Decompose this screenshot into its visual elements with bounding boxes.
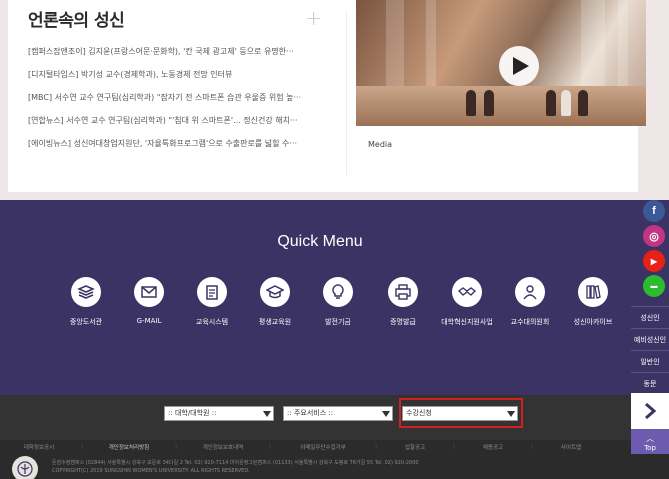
university-select-value: :: 대학/대학원 ::	[168, 409, 217, 417]
facebook-icon[interactable]: f	[643, 200, 665, 222]
handshake-icon	[452, 277, 482, 307]
footer-link-privacy[interactable]: 개인정보처리방침	[86, 443, 172, 451]
footer-separator: |	[531, 444, 533, 450]
media-video-thumbnail[interactable]	[356, 0, 646, 126]
quick-menu-label: 교육시스템	[195, 318, 229, 326]
media-section: Media	[356, 0, 646, 170]
footer-link[interactable]: 대학정보공시	[0, 443, 78, 451]
press-item[interactable]: [디지털타임스] 박기성 교수(경제학과), 노동경제 전망 인터뷰	[28, 63, 328, 86]
quick-menu-label: 증명발급	[390, 318, 416, 326]
quick-menu-label: G-MAIL	[136, 317, 162, 325]
press-list: [캠퍼스잡앤조이] 김지윤(프랑스어문·문화학), '칸 국제 광고제' 등으로…	[28, 40, 328, 155]
printer-icon	[388, 277, 418, 307]
chevron-down-icon	[380, 407, 392, 420]
footer-separator: |	[175, 444, 177, 450]
quick-menu-label: 발전기금	[325, 318, 351, 326]
quick-menu-fund[interactable]: 발전기금	[303, 277, 373, 327]
quick-menu-lifelong[interactable]: 평생교육원	[240, 277, 310, 327]
press-item[interactable]: [연합뉴스] 서수연 교수 연구팀(심리학과) "'침대 위 스마트폰'... …	[28, 109, 328, 132]
services-select-value: :: 주요서비스 ::	[287, 409, 334, 417]
news-section: 언론속의 성신 + [캠퍼스잡앤조이] 김지윤(프랑스어문·문화학), '칸 국…	[0, 0, 669, 200]
footer-separator: |	[269, 444, 271, 450]
graduation-cap-icon	[260, 277, 290, 307]
footer-link[interactable]: 이메일무단수집거부	[274, 443, 372, 451]
university-emblem-icon	[12, 456, 38, 479]
sidebar-button-public[interactable]: 일반인	[631, 350, 669, 372]
top-label: Top	[644, 444, 656, 452]
footer-select-bar: :: 대학/대학원 :: :: 주요서비스 :: 수강신청	[0, 395, 631, 440]
footer-copyright: 돈암수정캠퍼스 (02844) 서울특별시 성북구 보문로 34다길 2 Tel…	[0, 454, 669, 479]
footer-separator: |	[453, 444, 455, 450]
footer-link[interactable]: 사이트맵	[536, 443, 606, 451]
news-panel: 언론속의 성신 + [캠퍼스잡앤조이] 김지윤(프랑스어문·문화학), '칸 국…	[8, 0, 646, 192]
press-item[interactable]: [에이빙뉴스] 성신여대창업지원단, '자율특화프로그램'으로 수출판로를 넓힐…	[28, 132, 328, 155]
chevron-right-icon	[645, 403, 656, 419]
mail-icon	[134, 277, 164, 307]
quick-menu-education[interactable]: 교육시스템	[177, 277, 247, 327]
quick-menu-label: 대학혁신지원사업	[441, 318, 493, 326]
books-icon	[578, 277, 608, 307]
footer-separator: |	[375, 444, 377, 450]
press-item[interactable]: [MBC] 서수연 교수 연구팀(심리학과) "잠자기 전 스마트폰 습관 우울…	[28, 86, 328, 109]
footer-separator: |	[81, 444, 83, 450]
address-line: 돈암수정캠퍼스 (02844) 서울특별시 성북구 보문로 34다길 2 Tel…	[52, 460, 419, 466]
sidebar-button-prospective[interactable]: 예비성신인	[631, 328, 669, 350]
quick-menu-faculty-council[interactable]: 교수대의원회	[495, 277, 565, 327]
quick-menu-label: 성신아카이브	[573, 318, 613, 326]
quick-menu-gmail[interactable]: G-MAIL	[114, 277, 184, 325]
quick-menu-certificate[interactable]: 증명발급	[368, 277, 438, 327]
footer-link[interactable]: 개인정보보호내역	[180, 443, 266, 451]
chevron-up-icon: ︿	[646, 434, 654, 443]
sidebar-button-alumni[interactable]: 동문	[631, 372, 669, 394]
copyright-line: COPYRIGHT(C) 2019 SUNGSHIN WOMEN'S UNIVE…	[52, 468, 250, 474]
library-icon	[71, 277, 101, 307]
quick-menu-section: Quick Menu 중앙도서관 G-MAIL 교육시스템 평생교육원 발전기금	[0, 200, 669, 395]
media-label: Media	[368, 140, 393, 149]
press-item[interactable]: [캠퍼스잡앤조이] 김지윤(프랑스어문·문화학), '칸 국제 광고제' 등으로…	[28, 40, 328, 63]
chevron-down-icon	[261, 407, 273, 420]
highlight-box	[399, 398, 523, 428]
line-icon[interactable]: ▬	[643, 275, 665, 297]
youtube-icon[interactable]: ▶	[643, 250, 665, 272]
quick-menu-library[interactable]: 중앙도서관	[51, 277, 121, 327]
sidebar-button-students[interactable]: 성신인	[631, 306, 669, 328]
sidebar-expand-button[interactable]	[631, 393, 669, 429]
press-title: 언론속의 성신	[28, 11, 125, 31]
services-select[interactable]: :: 주요서비스 ::	[283, 406, 393, 421]
quick-menu-label: 평생교육원	[258, 318, 292, 326]
footer-link[interactable]: 채용공고	[458, 443, 528, 451]
press-section: 언론속의 성신 + [캠퍼스잡앤조이] 김지윤(프랑스어문·문화학), '칸 국…	[28, 6, 328, 181]
quick-menu-title: Quick Menu	[277, 233, 363, 250]
university-select[interactable]: :: 대학/대학원 ::	[164, 406, 274, 421]
instagram-icon[interactable]: ◎	[643, 225, 665, 247]
people-icon	[515, 277, 545, 307]
press-more-button[interactable]: +	[305, 6, 322, 30]
lightbulb-icon	[323, 277, 353, 307]
quick-menu-label: 교수대의원회	[510, 318, 550, 326]
quick-menu-innovation[interactable]: 대학혁신지원사업	[432, 277, 502, 327]
quick-menu-label: 중앙도서관	[69, 318, 103, 326]
section-divider	[346, 10, 347, 175]
play-icon[interactable]	[499, 46, 539, 86]
footer-links: 대학정보공시 | 개인정보처리방침 | 개인정보보호내역 | 이메일무단수집거부…	[0, 440, 631, 454]
copyright-text: 돈암수정캠퍼스 (02844) 서울특별시 성북구 보문로 34다길 2 Tel…	[52, 459, 419, 475]
clipboard-icon	[197, 277, 227, 307]
press-header: 언론속의 성신 +	[28, 6, 328, 36]
quick-menu-archive[interactable]: 성신아카이브	[558, 277, 628, 327]
footer-link[interactable]: 입찰공고	[380, 443, 450, 451]
